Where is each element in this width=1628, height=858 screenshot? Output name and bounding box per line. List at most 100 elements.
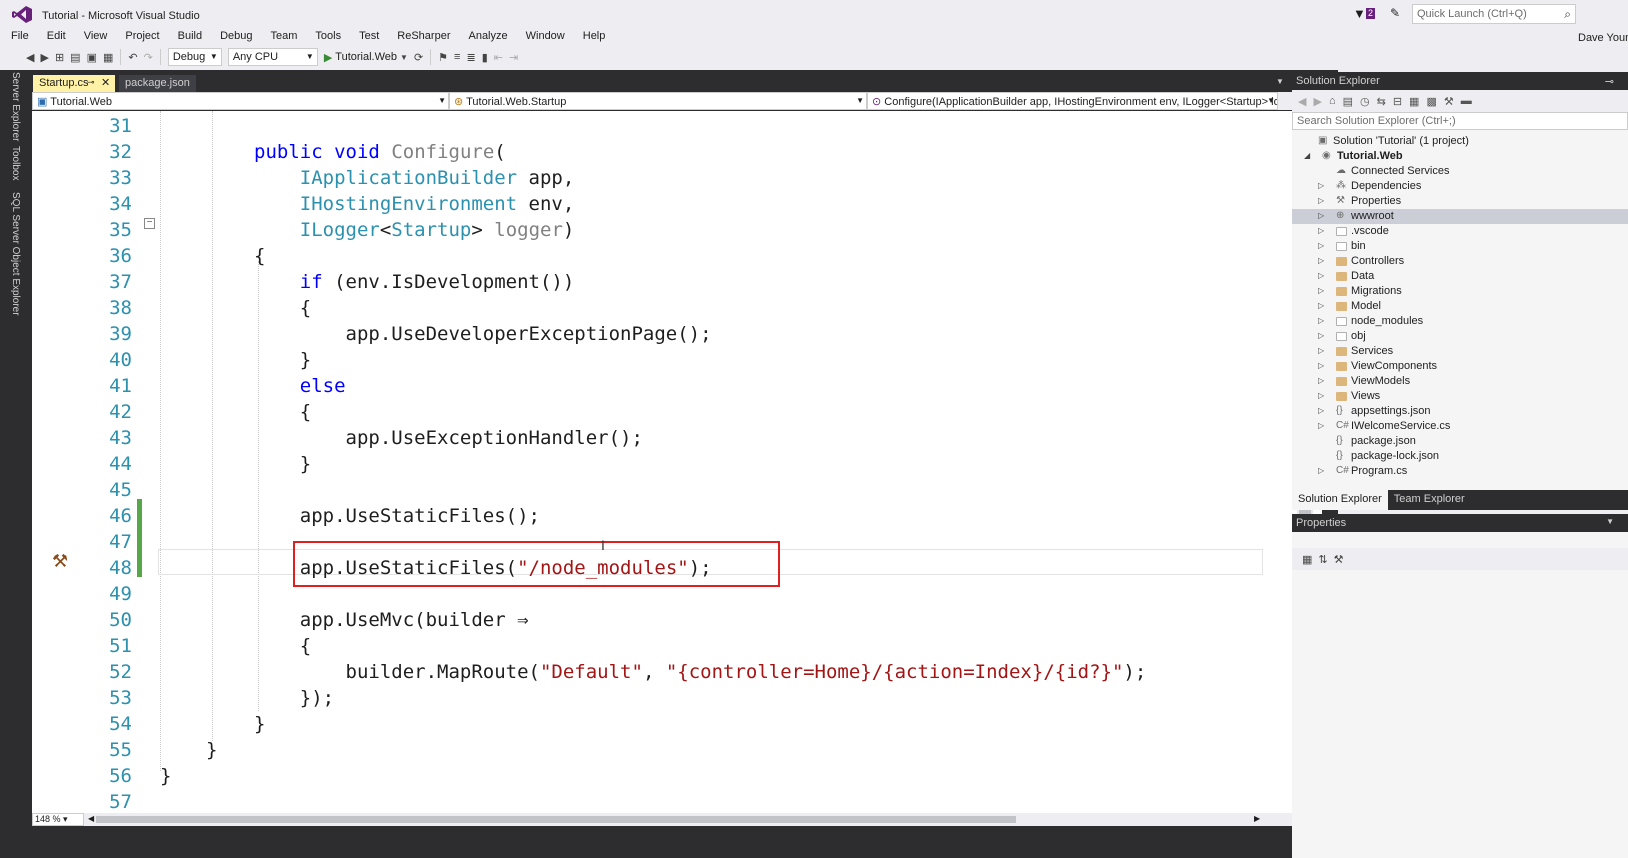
expand-arrow-icon[interactable]: ▷ bbox=[1318, 181, 1324, 190]
history-icon[interactable]: ◷ bbox=[1360, 95, 1370, 108]
tab-overflow-icon[interactable]: ▼ bbox=[1276, 77, 1284, 86]
notification-filter-icon[interactable]: ▼ bbox=[1353, 6, 1366, 26]
menu-item-help[interactable]: Help bbox=[572, 28, 613, 46]
code-line[interactable]: public void Configure( bbox=[254, 141, 506, 163]
code-line[interactable]: } bbox=[254, 453, 311, 475]
start-debug-icon[interactable]: ▶ bbox=[324, 51, 332, 64]
switch-views-icon[interactable]: ▤ bbox=[1343, 95, 1353, 108]
expand-arrow-icon[interactable]: ▷ bbox=[1318, 331, 1324, 340]
expand-arrow-icon[interactable]: ▷ bbox=[1318, 211, 1324, 220]
expand-arrow-icon[interactable]: ▷ bbox=[1318, 316, 1324, 325]
solution-tree-item[interactable]: ▷ Data bbox=[1292, 269, 1628, 284]
code-line[interactable]: app.UseMvc(builder ⇒ bbox=[254, 609, 529, 631]
solution-tree-item[interactable]: ▷ ⊕ wwwroot bbox=[1292, 209, 1628, 224]
expand-arrow-icon[interactable]: ▷ bbox=[1318, 346, 1324, 355]
expand-arrow-icon[interactable]: ▷ bbox=[1318, 226, 1324, 235]
solution-search-input[interactable]: Search Solution Explorer (Ctrl+;) bbox=[1292, 112, 1628, 130]
alphabetical-icon[interactable]: ⇅ bbox=[1318, 553, 1327, 566]
code-line[interactable]: { bbox=[254, 401, 311, 423]
horizontal-scrollbar[interactable]: 148 % ▾ ◀ ▶ bbox=[32, 813, 1312, 826]
forward-icon[interactable]: ▶ bbox=[40, 51, 48, 64]
solution-tree-item[interactable]: ▷ Controllers bbox=[1292, 254, 1628, 269]
solution-tree-item[interactable]: ▷ ViewModels bbox=[1292, 374, 1628, 389]
solution-tree-item[interactable]: ▷C#Startup.cs bbox=[1292, 479, 1628, 480]
type-dropdown[interactable]: ⊛ Tutorial.Web.Startup ▼ bbox=[449, 92, 867, 110]
menu-item-tools[interactable]: Tools bbox=[304, 28, 348, 46]
menu-item-edit[interactable]: Edit bbox=[36, 28, 73, 46]
menu-item-window[interactable]: Window bbox=[515, 28, 572, 46]
collapse-all-icon[interactable]: ⊟ bbox=[1393, 95, 1402, 108]
solution-tree-item[interactable]: ▷ ⚒ Properties bbox=[1292, 194, 1628, 209]
categorized-icon[interactable]: ▦ bbox=[1302, 553, 1312, 566]
code-editor[interactable]: − ⚒ I 31 32 public void Configure(33 IAppl… bbox=[32, 111, 1322, 813]
menu-item-build[interactable]: Build bbox=[167, 28, 209, 46]
refresh-icon[interactable]: ⟳ bbox=[414, 51, 423, 64]
toolbox-tab[interactable]: Toolbox bbox=[10, 146, 21, 180]
properties-icon[interactable]: ⚒ bbox=[1444, 95, 1454, 108]
code-line[interactable]: if (env.IsDevelopment()) bbox=[254, 271, 575, 293]
tab-startup-cs[interactable]: Startup.cs ⊸ ✕ bbox=[33, 75, 115, 93]
forward-icon[interactable]: ▶ bbox=[1313, 95, 1321, 108]
code-line[interactable]: { bbox=[254, 297, 311, 319]
menu-item-team[interactable]: Team bbox=[260, 28, 305, 46]
undo-icon[interactable]: ↶ bbox=[128, 51, 137, 64]
chevron-down-icon[interactable]: ▼ bbox=[1606, 517, 1614, 526]
save-icon[interactable]: ▣ bbox=[87, 51, 97, 64]
solution-tree-item[interactable]: ▷ Services bbox=[1292, 344, 1628, 359]
home-icon[interactable]: ⌂ bbox=[1329, 95, 1336, 107]
start-target-label[interactable]: Tutorial.Web bbox=[335, 51, 397, 63]
feedback-icon[interactable]: ✎ bbox=[1390, 6, 1400, 26]
close-icon[interactable]: ✕ bbox=[101, 76, 110, 89]
scroll-right-icon[interactable]: ▶ bbox=[1254, 814, 1260, 823]
horizontal-scrollbar-thumb[interactable] bbox=[96, 816, 1016, 823]
pin-icon[interactable]: ⊸ bbox=[1605, 75, 1614, 88]
server-explorer-tab[interactable]: Server Explorer bbox=[10, 72, 21, 141]
solution-tree-item[interactable]: ▷ bin bbox=[1292, 239, 1628, 254]
expand-arrow-icon[interactable]: ▷ bbox=[1318, 391, 1324, 400]
back-icon[interactable]: ◀ bbox=[1298, 95, 1306, 108]
open-icon[interactable]: ▤ bbox=[70, 51, 80, 64]
tab-solution-explorer[interactable]: Solution Explorer bbox=[1292, 490, 1388, 510]
minus-icon[interactable]: ▬ bbox=[1461, 95, 1472, 107]
solution-tree-item[interactable]: ▷ obj bbox=[1292, 329, 1628, 344]
solution-tree-item[interactable]: ▷ C# IWelcomeService.cs bbox=[1292, 419, 1628, 434]
tab-package-json[interactable]: package.json bbox=[119, 75, 196, 93]
uncomment-icon[interactable]: ≣ bbox=[466, 51, 475, 64]
expand-arrow-icon[interactable]: ▷ bbox=[1318, 301, 1324, 310]
code-line[interactable]: } bbox=[206, 739, 217, 761]
zoom-select[interactable]: 148 % ▾ bbox=[32, 813, 84, 826]
member-dropdown[interactable]: ⊙ Configure(IApplicationBuilder app, IHo… bbox=[867, 92, 1278, 110]
menu-item-resharper[interactable]: ReSharper bbox=[386, 28, 457, 46]
solution-tree-item[interactable]: ▣ Solution 'Tutorial' (1 project) bbox=[1292, 134, 1628, 149]
expand-arrow-icon[interactable]: ▷ bbox=[1318, 406, 1324, 415]
user-name[interactable]: Dave Youn bbox=[1578, 32, 1628, 44]
expand-arrow-icon[interactable]: ▷ bbox=[1318, 376, 1324, 385]
code-line[interactable]: }); bbox=[254, 687, 334, 709]
menu-item-file[interactable]: File bbox=[0, 28, 36, 46]
code-line[interactable]: } bbox=[254, 349, 311, 371]
expand-arrow-icon[interactable]: ▷ bbox=[1318, 196, 1324, 205]
code-line[interactable]: app.UseStaticFiles(); bbox=[254, 505, 540, 527]
pin-icon[interactable]: ⊸ bbox=[87, 77, 95, 88]
new-project-icon[interactable]: ⊞ bbox=[55, 51, 64, 64]
solution-tree-item[interactable]: ▷ {} appsettings.json bbox=[1292, 404, 1628, 419]
expand-arrow-icon[interactable]: ▷ bbox=[1318, 361, 1324, 370]
expand-arrow-icon[interactable]: ▷ bbox=[1318, 256, 1324, 265]
code-line[interactable]: app.UseDeveloperExceptionPage(); bbox=[254, 323, 712, 345]
project-dropdown[interactable]: ▣ Tutorial.Web ▼ bbox=[32, 92, 449, 110]
outline-collapse-icon[interactable]: − bbox=[144, 218, 155, 229]
save-all-icon[interactable]: ▦ bbox=[103, 51, 113, 64]
expand-arrow-icon[interactable]: ▷ bbox=[1318, 241, 1324, 250]
find-icon[interactable]: ⚑ bbox=[438, 51, 448, 64]
next-bookmark-icon[interactable]: ⇥ bbox=[509, 51, 518, 64]
expand-arrow-icon[interactable]: ▷ bbox=[1318, 286, 1324, 295]
solution-tree-item[interactable]: ▷ ⁂ Dependencies bbox=[1292, 179, 1628, 194]
menu-item-project[interactable]: Project bbox=[114, 28, 166, 46]
code-line[interactable]: IHostingEnvironment env, bbox=[254, 193, 575, 215]
preview-icon[interactable]: ▩ bbox=[1426, 95, 1436, 108]
code-line[interactable]: } bbox=[254, 713, 265, 735]
solution-tree-item[interactable]: ☁ Connected Services bbox=[1292, 164, 1628, 179]
menu-item-analyze[interactable]: Analyze bbox=[457, 28, 514, 46]
sync-icon[interactable]: ⇆ bbox=[1377, 95, 1386, 108]
solution-tree-item[interactable]: {} package-lock.json bbox=[1292, 449, 1628, 464]
